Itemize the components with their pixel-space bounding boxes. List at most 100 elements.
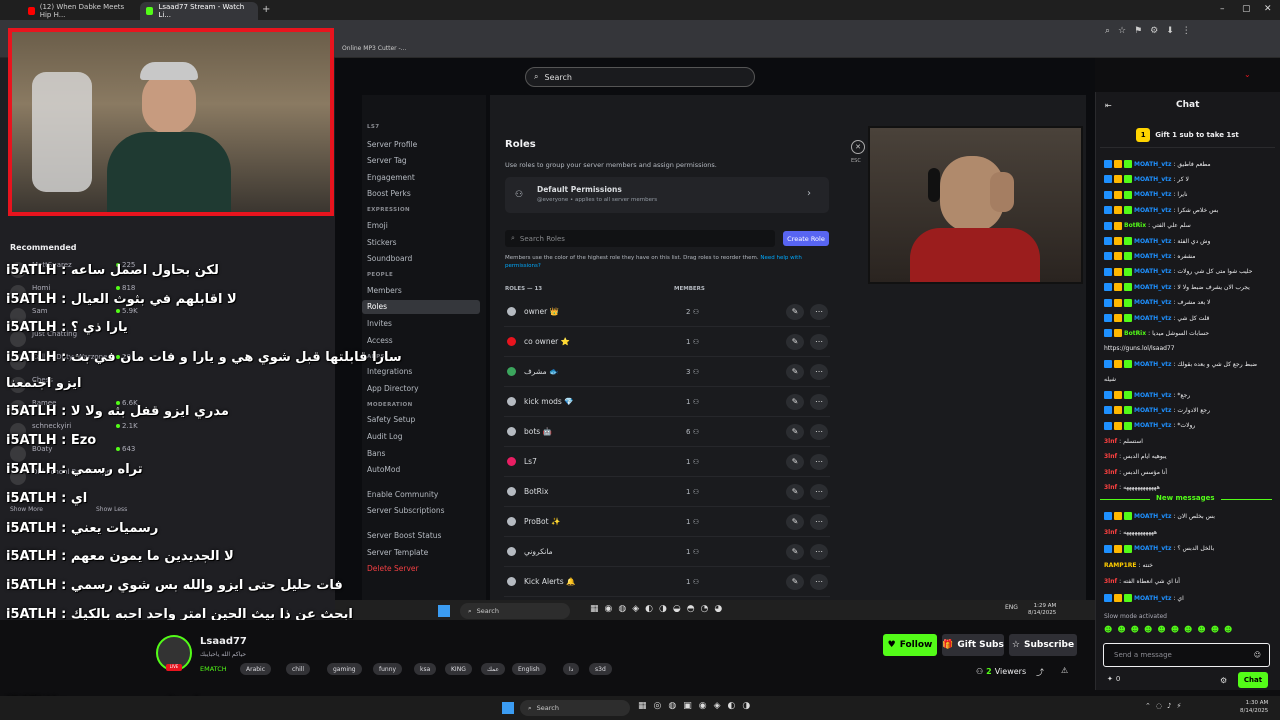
os-taskbar-apps[interactable]: ▦◎◍▣◉◈◐◑ — [638, 701, 757, 711]
role-options-button[interactable]: ⋯ — [810, 393, 828, 410]
windows-start-icon[interactable] — [502, 702, 514, 714]
close-window-icon[interactable]: ✕ — [1264, 4, 1272, 14]
gift-subs-button[interactable]: 🎁 Gift Subs — [942, 634, 1004, 656]
role-options-button[interactable]: ⋯ — [810, 363, 828, 380]
create-role-button[interactable]: Create Role — [783, 231, 829, 246]
chat-username[interactable]: MOATH_vtz — [1134, 361, 1171, 368]
stream-tag[interactable]: عمك — [481, 663, 506, 675]
settings-nav-item[interactable]: Enable Community — [362, 487, 480, 501]
role-options-button[interactable]: ⋯ — [810, 423, 828, 440]
settings-nav-item[interactable]: Audit Log — [362, 429, 480, 443]
settings-nav-item[interactable]: Access — [362, 333, 480, 347]
share-icon[interactable]: ⤴ — [1036, 667, 1044, 678]
role-row[interactable]: ProBot ✨ 1 ⚇ ✎ ⋯ — [504, 507, 830, 537]
os-taskbar-search[interactable]: ⌕ Search — [520, 700, 630, 716]
settings-nav-item[interactable]: Bans — [362, 446, 480, 460]
chat-username[interactable]: MOATH_vtz — [1134, 299, 1171, 306]
stream-tag[interactable]: دا — [563, 663, 580, 675]
role-options-button[interactable]: ⋯ — [810, 513, 828, 530]
stream-tag[interactable]: gaming — [327, 663, 362, 675]
chat-username[interactable]: MOATH_vtz — [1134, 513, 1171, 520]
taskbar-app-icons[interactable]: ▦◉◍◈◐◑◒◓◔◕ — [590, 604, 728, 614]
role-options-button[interactable]: ⋯ — [810, 453, 828, 470]
channel-points[interactable]: ✦ 0 — [1107, 675, 1120, 683]
stream-tag[interactable]: English — [512, 663, 546, 675]
settings-nav-item[interactable]: Roles — [362, 299, 480, 314]
role-row[interactable]: Ls7 1 ⚇ ✎ ⋯ — [504, 447, 830, 477]
emote-bar[interactable]: ☻☻☻☻☻☻☻☻☻☻ — [1104, 625, 1270, 637]
emote-icons[interactable]: ☻☻☻☻☻☻☻☻☻☻ — [1104, 625, 1237, 637]
chat-username[interactable]: MOATH_vtz — [1134, 207, 1171, 214]
role-options-button[interactable]: ⋯ — [810, 333, 828, 350]
chat-username[interactable]: MOATH_vtz — [1134, 422, 1171, 429]
settings-nav-item[interactable]: Safety Setup — [362, 413, 480, 427]
chat-username[interactable]: BotRix — [1124, 330, 1146, 337]
edit-role-button[interactable]: ✎ — [786, 393, 804, 410]
chat-username[interactable]: MOATH_vtz — [1134, 176, 1171, 183]
role-row[interactable]: مانكروني 1 ⚇ ✎ ⋯ — [504, 537, 830, 567]
chat-username[interactable]: MOATH_vtz — [1134, 253, 1171, 260]
role-options-button[interactable]: ⋯ — [810, 303, 828, 320]
report-icon[interactable]: ⚠ — [1061, 666, 1068, 675]
chat-username[interactable]: 3lnf — [1104, 438, 1117, 445]
settings-nav-item[interactable]: Engagement — [362, 170, 480, 184]
chat-settings-icon[interactable]: ⚙ — [1220, 676, 1227, 685]
settings-nav-item[interactable]: Emoji — [362, 218, 480, 232]
gift-banner[interactable]: 1 Gift 1 sub to take 1st — [1100, 122, 1275, 148]
send-chat-button[interactable]: Chat — [1238, 672, 1268, 688]
role-options-button[interactable]: ⋯ — [810, 543, 828, 560]
chat-username[interactable]: MOATH_vtz — [1134, 315, 1171, 322]
subscribe-button[interactable]: ☆ Subscribe — [1009, 634, 1077, 656]
role-options-button[interactable]: ⋯ — [810, 573, 828, 590]
settings-nav-item[interactable]: Delete Server — [362, 562, 480, 576]
settings-nav-item[interactable]: Server Tag — [362, 154, 480, 168]
os-tray-icons[interactable]: ⌃◌♪⚡ — [1145, 702, 1186, 710]
minimize-icon[interactable]: – — [1220, 4, 1225, 14]
edit-role-button[interactable]: ✎ — [786, 453, 804, 470]
bookmark-item[interactable]: Online MP3 Cutter -... — [342, 45, 406, 52]
chat-username[interactable]: RAMP1RE — [1104, 562, 1137, 569]
settings-nav-item[interactable]: App Directory — [362, 381, 480, 395]
taskbar-search[interactable]: ⌕ Search — [460, 603, 570, 619]
discord-inbox-icon[interactable]: ⌄ — [1244, 70, 1251, 79]
stream-tag[interactable]: Arabic — [240, 663, 272, 675]
chat-username[interactable]: MOATH_vtz — [1134, 545, 1171, 552]
role-row[interactable]: co owner ⭐ 1 ⚇ ✎ ⋯ — [504, 327, 830, 357]
browser-tab-kick[interactable]: Lsaad77 Stream - Watch Li... — [140, 2, 258, 20]
settings-nav-item[interactable]: Server Profile — [362, 137, 480, 151]
chat-username[interactable]: MOATH_vtz — [1134, 238, 1171, 245]
settings-nav-item[interactable]: Integrations — [362, 365, 480, 379]
chat-username[interactable]: MOATH_vtz — [1134, 284, 1171, 291]
role-row[interactable]: kick mods 💎 1 ⚇ ✎ ⋯ — [504, 387, 830, 417]
stream-tag[interactable]: chill — [286, 663, 311, 675]
windows-start-icon[interactable] — [438, 605, 450, 617]
stream-category[interactable]: EMATCH — [200, 665, 227, 673]
edit-role-button[interactable]: ✎ — [786, 333, 804, 350]
follow-button[interactable]: ♥ Follow — [883, 634, 937, 656]
chat-username[interactable]: 3lnf — [1104, 529, 1117, 536]
chat-username[interactable]: MOATH_vtz — [1134, 407, 1171, 414]
edit-role-button[interactable]: ✎ — [786, 303, 804, 320]
chat-username[interactable]: MOATH_vtz — [1134, 595, 1171, 602]
browser-tab-youtube[interactable]: (12) When Dabke Meets Hip H... — [22, 2, 140, 20]
streamer-name[interactable]: Lsaad77 — [200, 636, 247, 647]
settings-nav-item[interactable]: Boost Perks — [362, 187, 480, 201]
settings-nav-item[interactable]: Server Subscriptions — [362, 504, 480, 518]
settings-nav-item[interactable]: Server Boost Status — [362, 528, 480, 542]
edit-role-button[interactable]: ✎ — [786, 513, 804, 530]
maximize-icon[interactable]: ▢ — [1242, 4, 1251, 14]
role-row[interactable]: owner 👑 2 ⚇ ✎ ⋯ — [504, 297, 830, 327]
chat-username[interactable]: BotRix — [1124, 222, 1146, 229]
role-options-button[interactable]: ⋯ — [810, 483, 828, 500]
chat-username[interactable]: MOATH_vtz — [1134, 268, 1171, 275]
chat-username[interactable]: MOATH_vtz — [1134, 161, 1171, 168]
chat-username[interactable]: 3lnf — [1104, 484, 1117, 491]
chat-username[interactable]: MOATH_vtz — [1134, 392, 1171, 399]
edit-role-button[interactable]: ✎ — [786, 423, 804, 440]
show-less-link[interactable]: Show Less — [96, 506, 127, 513]
edit-role-button[interactable]: ✎ — [786, 543, 804, 560]
close-settings-icon[interactable]: ✕ — [851, 140, 865, 154]
role-row[interactable]: bots 🤖 6 ⚇ ✎ ⋯ — [504, 417, 830, 447]
settings-nav-item[interactable]: Invites — [362, 316, 480, 330]
edit-role-button[interactable]: ✎ — [786, 363, 804, 380]
